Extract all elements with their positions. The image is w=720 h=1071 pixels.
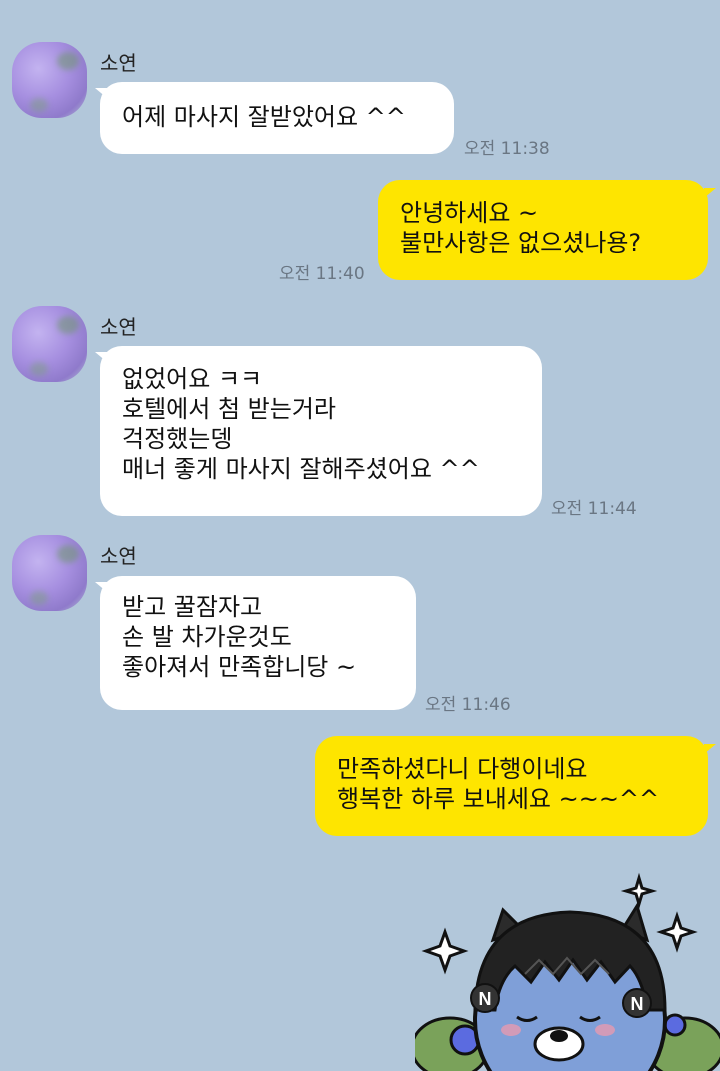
message-time: 오전 11:40 xyxy=(279,264,365,284)
sender-name: 소연 xyxy=(100,544,137,568)
message-text: 어제 마사지 잘받았어요 ^^ xyxy=(122,103,406,131)
message-text: 걱정했는뎅 xyxy=(122,425,233,453)
avatar[interactable] xyxy=(12,535,87,611)
sender-name: 소연 xyxy=(100,51,137,75)
message-time: 오전 11:44 xyxy=(551,499,637,519)
sticker-letter-left: N xyxy=(479,989,492,1009)
message-text: 손 발 차가운것도 xyxy=(122,623,292,651)
message-text: 호텔에서 첨 받는거라 xyxy=(122,395,336,423)
message-text: 불만사항은 없으셨나용? xyxy=(400,229,642,257)
message-text: 좋아져서 만족합니당 ~ xyxy=(122,653,357,681)
sparkle-icon xyxy=(656,911,698,953)
message-text: 없었어요 ㅋㅋ xyxy=(122,365,263,393)
message-text: 매너 좋게 마사지 잘해주셨어요 ^^ xyxy=(122,455,480,483)
message-time: 오전 11:46 xyxy=(425,695,511,715)
avatar[interactable] xyxy=(12,306,87,382)
message-text: 안녕하세요 ~ xyxy=(400,199,539,227)
sticker-letter-right: N xyxy=(631,994,644,1014)
message-time: 오전 11:38 xyxy=(464,139,550,159)
message-text: 받고 꿀잠자고 xyxy=(122,593,263,621)
sticker-emoticon[interactable]: N N xyxy=(415,870,720,1071)
message-text: 행복한 하루 보내세요 ~~~^^ xyxy=(337,785,660,813)
message-text: 만족하셨다니 다행이네요 xyxy=(337,755,588,783)
message-bubble[interactable]: 만족하셨다니 다행이네요 행복한 하루 보내세요 ~~~^^ xyxy=(315,736,708,836)
message-bubble[interactable]: 받고 꿀잠자고 손 발 차가운것도 좋아져서 만족합니당 ~ xyxy=(100,576,416,710)
sparkle-icon xyxy=(620,872,658,910)
message-bubble[interactable]: 어제 마사지 잘받았어요 ^^ xyxy=(100,82,454,154)
bubble-tail xyxy=(704,744,716,754)
avatar[interactable] xyxy=(12,42,87,118)
sparkle-icon xyxy=(421,927,469,975)
message-bubble[interactable]: 없었어요 ㅋㅋ 호텔에서 첨 받는거라 걱정했는뎅 매너 좋게 마사지 잘해주셨… xyxy=(100,346,542,516)
bubble-tail xyxy=(704,188,716,198)
sender-name: 소연 xyxy=(100,315,137,339)
message-bubble[interactable]: 안녕하세요 ~ 불만사항은 없으셨나용? xyxy=(378,180,708,280)
